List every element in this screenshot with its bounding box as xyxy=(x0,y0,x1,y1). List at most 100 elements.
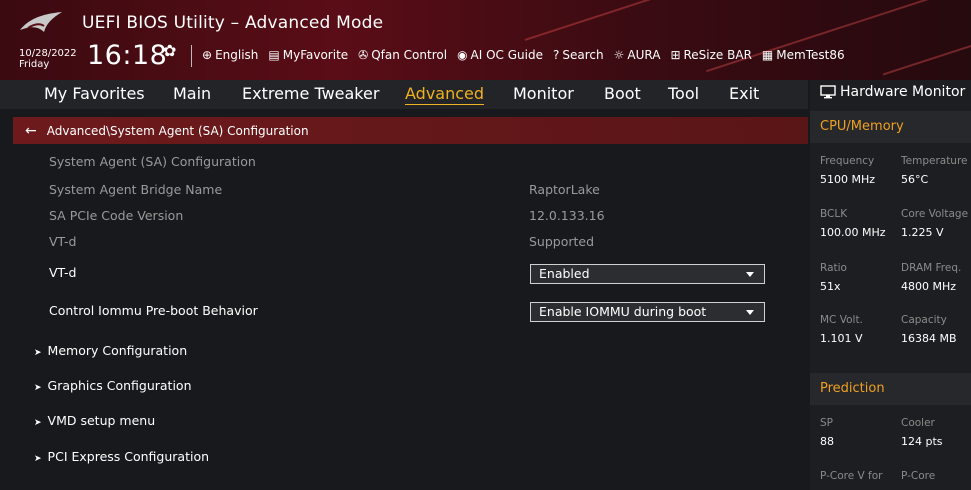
info-label: VT-d xyxy=(49,234,77,249)
hw-value: 51x xyxy=(820,280,841,293)
toolbar-label: English xyxy=(215,48,259,62)
iommu-dropdown[interactable]: Enable IOMMU during boot xyxy=(530,302,765,322)
hw-label: Temperature xyxy=(901,155,968,167)
hw-value: 1.225 V xyxy=(901,226,944,239)
tab-boot[interactable]: Boot xyxy=(604,84,641,103)
app-title: UEFI BIOS Utility – Advanced Mode xyxy=(82,13,384,33)
search-icon: ? xyxy=(553,48,560,62)
toolbar-label: ReSize BAR xyxy=(683,48,752,62)
rog-logo-icon xyxy=(20,12,62,32)
hw-value: 124 pts xyxy=(901,435,943,448)
hw-label: BCLK xyxy=(820,208,848,220)
hw-label: P-Core V for xyxy=(820,470,883,482)
tab-exit[interactable]: Exit xyxy=(729,84,759,103)
memtest-icon: ▦ xyxy=(761,48,774,62)
toolbar-qfan-control-button[interactable]: ✇ Qfan Control xyxy=(358,48,447,62)
hw-value: 4800 MHz xyxy=(901,280,957,293)
decor-streak xyxy=(524,0,716,41)
hw-label: SP xyxy=(820,417,833,429)
hw-value: 5100 MHz xyxy=(820,173,876,186)
hw-value: 100.00 MHz xyxy=(820,226,886,239)
toolbar-label: MyFavorite xyxy=(282,48,349,62)
info-value: RaptorLake xyxy=(529,182,600,197)
decor-streak xyxy=(882,36,971,76)
chevron-down-icon xyxy=(746,272,754,277)
tab-tool[interactable]: Tool xyxy=(668,84,699,103)
hardware-monitor-panel: Hardware Monitor CPU/Memory Frequency 51… xyxy=(810,80,971,490)
toolbar-label: AI OC Guide xyxy=(470,48,543,62)
hw-label: Core Voltage xyxy=(901,208,969,220)
breadcrumb-text: Advanced\System Agent (SA) Configuration xyxy=(46,123,309,138)
prediction-title: Prediction xyxy=(820,381,885,396)
ai-oc-icon: ◉ xyxy=(457,48,468,62)
setting-label-vt-d: VT-d xyxy=(49,265,77,280)
dropdown-value: Enable IOMMU during boot xyxy=(539,304,707,319)
setting-label-iommu: Control Iommu Pre-boot Behavior xyxy=(49,303,258,318)
submenu-vmd-setup-menu[interactable]: ➤ VMD setup menu xyxy=(34,413,155,428)
submenu-graphics-configuration[interactable]: ➤ Graphics Configuration xyxy=(34,378,192,393)
hw-label: Ratio xyxy=(820,262,847,274)
hw-label: P-Core xyxy=(901,470,936,482)
day-text: Friday xyxy=(19,59,50,70)
submenu-memory-configuration[interactable]: ➤ Memory Configuration xyxy=(34,343,187,358)
toolbar-myfavorite-button[interactable]: ▤ MyFavorite xyxy=(268,48,348,62)
divider xyxy=(191,45,192,67)
submenu-arrow-icon: ➤ xyxy=(34,348,42,358)
toolbar: ⊕ English ▤ MyFavorite ✇ Qfan Control ◉ AI OC G… xyxy=(202,48,845,62)
date-display: 10/28/2022 Friday xyxy=(19,48,77,70)
gear-icon[interactable]: ✿ xyxy=(163,41,176,60)
toolbar-label: Search xyxy=(562,48,604,62)
toolbar-aura-button[interactable]: ☼ AURA xyxy=(614,48,661,62)
hw-value: 16384 MB xyxy=(901,332,957,345)
date-text: 10/28/2022 xyxy=(19,48,77,59)
tab-my-favorites[interactable]: My Favorites xyxy=(44,84,145,103)
tab-extreme-tweaker[interactable]: Extreme Tweaker xyxy=(242,84,379,103)
tab-monitor[interactable]: Monitor xyxy=(513,84,574,103)
submenu-label: PCI Express Configuration xyxy=(47,449,210,464)
hw-label: Frequency xyxy=(820,155,875,167)
cpu-memory-header: CPU/Memory xyxy=(810,111,971,143)
submenu-arrow-icon: ➤ xyxy=(34,418,42,428)
resize-bar-icon: ⊞ xyxy=(670,48,681,62)
toolbar-label: AURA xyxy=(627,48,661,62)
submenu-pci-express-configuration[interactable]: ➤ PCI Express Configuration xyxy=(34,449,209,464)
globe-icon: ⊕ xyxy=(202,48,213,62)
back-arrow-icon[interactable]: ← xyxy=(25,123,37,139)
cpu-memory-title: CPU/Memory xyxy=(820,119,904,134)
aura-icon: ☼ xyxy=(613,48,625,62)
toolbar-ai-oc-guide-button[interactable]: ◉ AI OC Guide xyxy=(457,48,543,62)
hw-label: DRAM Freq. xyxy=(901,262,962,274)
fan-icon: ✇ xyxy=(358,48,369,62)
vt-d-dropdown[interactable]: Enabled xyxy=(530,264,765,284)
chevron-down-icon xyxy=(746,310,754,315)
favorite-icon: ▤ xyxy=(268,48,280,62)
breadcrumb[interactable]: ← Advanced\System Agent (SA) Configurati… xyxy=(13,117,808,144)
info-value: 12.0.133.16 xyxy=(529,208,605,223)
toolbar-resize-bar-button[interactable]: ⊞ ReSize BAR xyxy=(670,48,751,62)
submenu-label: Memory Configuration xyxy=(47,343,188,358)
toolbar-label: Qfan Control xyxy=(371,48,448,62)
info-value: Supported xyxy=(529,234,595,249)
hw-label: Capacity xyxy=(901,314,947,326)
info-label: SA PCIe Code Version xyxy=(49,208,184,223)
hw-value: 56°C xyxy=(901,173,929,186)
monitor-icon xyxy=(820,85,836,99)
info-label: System Agent Bridge Name xyxy=(49,182,223,197)
settings-panel: System Agent (SA) Configuration System A… xyxy=(0,147,808,490)
submenu-label: VMD setup menu xyxy=(47,413,156,428)
section-title: System Agent (SA) Configuration xyxy=(49,154,256,169)
hw-value: 88 xyxy=(820,435,834,448)
submenu-label: Graphics Configuration xyxy=(47,378,192,393)
toolbar-english-button[interactable]: ⊕ English xyxy=(202,48,258,62)
submenu-arrow-icon: ➤ xyxy=(34,383,42,393)
toolbar-memtest86-button[interactable]: ▦ MemTest86 xyxy=(762,48,845,62)
dropdown-value: Enabled xyxy=(539,266,590,281)
hardware-monitor-title: Hardware Monitor xyxy=(820,84,965,100)
title-bar: UEFI BIOS Utility – Advanced Mode 10/28/… xyxy=(0,0,971,80)
toolbar-search-button[interactable]: ? Search xyxy=(553,48,604,62)
hw-value: 1.101 V xyxy=(820,332,863,345)
prediction-header: Prediction xyxy=(810,373,971,405)
tab-advanced[interactable]: Advanced xyxy=(405,84,485,105)
tab-main[interactable]: Main xyxy=(173,84,211,103)
hw-label: MC Volt. xyxy=(820,314,863,326)
